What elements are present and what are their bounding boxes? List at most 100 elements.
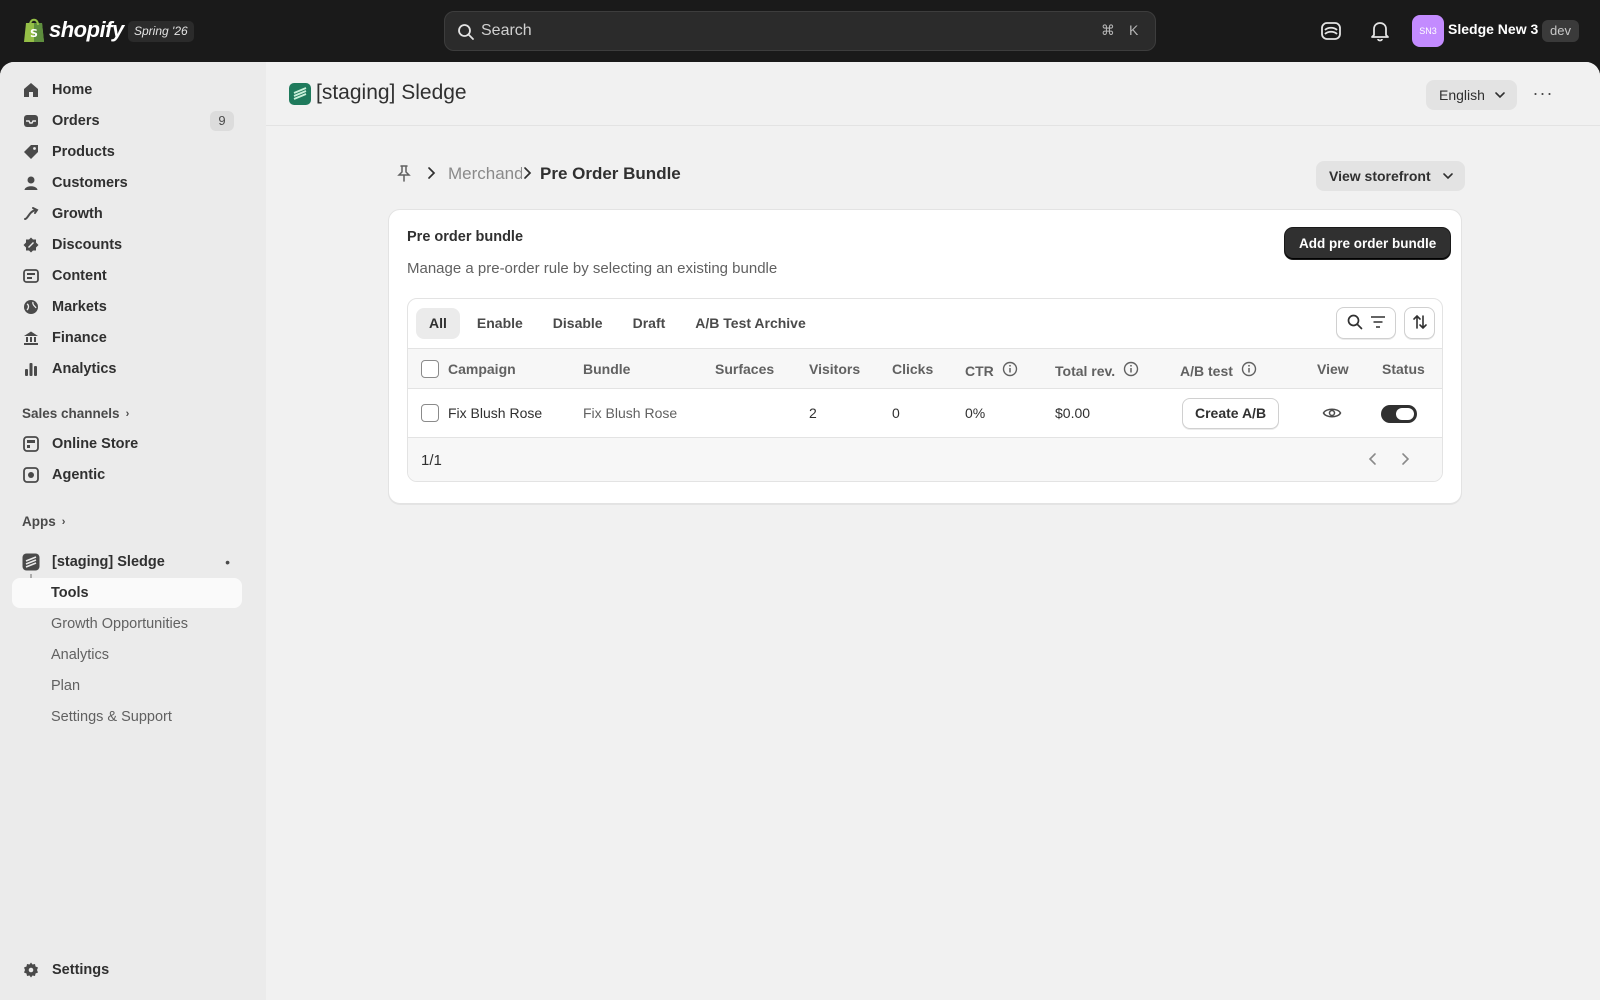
column-view[interactable]: View xyxy=(1317,361,1349,377)
growth-icon xyxy=(22,205,40,223)
dev-badge: dev xyxy=(1542,20,1579,42)
tag-icon xyxy=(22,143,40,161)
search-icon xyxy=(457,23,475,44)
filter-tabs: All Enable Disable Draft A/B Test Archiv… xyxy=(416,308,823,339)
column-visitors[interactable]: Visitors xyxy=(809,361,860,377)
add-pre-order-bundle-button[interactable]: Add pre order bundle xyxy=(1285,228,1451,259)
tab-draft[interactable]: Draft xyxy=(620,308,679,339)
app-header: [staging] Sledge English ··· xyxy=(266,62,1600,126)
pre-order-card: Pre order bundle Manage a pre-order rule… xyxy=(388,209,1462,504)
pin-icon[interactable] xyxy=(396,164,412,185)
sidekick-icon[interactable] xyxy=(1320,20,1342,45)
search-icon xyxy=(1346,313,1364,334)
chevron-left-icon[interactable] xyxy=(1368,452,1378,470)
more-actions-icon[interactable]: ··· xyxy=(1528,80,1558,110)
sidebar-item-growth[interactable]: Growth xyxy=(12,199,242,229)
tab-enable[interactable]: Enable xyxy=(464,308,536,339)
column-clicks[interactable]: Clicks xyxy=(892,361,933,377)
eye-icon[interactable] xyxy=(1322,405,1342,424)
create-ab-button[interactable]: Create A/B xyxy=(1182,398,1280,429)
status-toggle[interactable] xyxy=(1381,405,1417,423)
sidebar-subitem-settings-support[interactable]: Settings & Support xyxy=(12,702,242,732)
chevron-right-icon xyxy=(522,166,532,183)
breadcrumb-parent[interactable]: Merchandising xyxy=(448,164,522,184)
top-bar: S shopify Spring '26 Search ⌘ K SN3 Sled… xyxy=(0,0,1600,62)
sidebar-item-products[interactable]: Products xyxy=(12,137,242,167)
sidebar-subitem-tools[interactable]: Tools xyxy=(12,578,242,608)
sidebar-item-settings[interactable]: Settings xyxy=(12,955,242,985)
avatar[interactable]: SN3 xyxy=(1412,15,1444,47)
sales-channels-header[interactable]: Sales channels › xyxy=(22,406,129,421)
tab-all[interactable]: All xyxy=(416,308,460,339)
view-storefront-button[interactable]: View storefront xyxy=(1316,161,1465,191)
sidebar-item-customers[interactable]: Customers xyxy=(12,168,242,198)
bell-icon[interactable] xyxy=(1370,20,1390,45)
sidebar: Home Orders 9 Products Customers Growth … xyxy=(0,62,266,1000)
person-icon xyxy=(22,174,40,192)
pin-dot-icon[interactable]: • xyxy=(225,554,230,570)
svg-text:S: S xyxy=(30,27,38,40)
apps-header[interactable]: Apps › xyxy=(22,514,65,529)
sidebar-item-orders[interactable]: Orders 9 xyxy=(12,106,242,136)
cell-total-rev: $0.00 xyxy=(1055,405,1091,421)
row-checkbox[interactable] xyxy=(421,404,439,422)
info-icon[interactable] xyxy=(1123,361,1139,380)
sidebar-item-markets[interactable]: Markets xyxy=(12,292,242,322)
sidebar-subitem-analytics[interactable]: Analytics xyxy=(12,640,242,670)
breadcrumb-current: Pre Order Bundle xyxy=(540,164,681,183)
sledge-app-icon xyxy=(22,553,40,571)
sidebar-item-discounts[interactable]: Discounts xyxy=(12,230,242,260)
sidebar-item-content[interactable]: Content xyxy=(12,261,242,291)
column-campaign[interactable]: Campaign xyxy=(448,361,516,377)
column-status[interactable]: Status xyxy=(1382,361,1425,377)
table-row[interactable]: Fix Blush Rose Fix Blush Rose 2 0 0% $0.… xyxy=(408,389,1442,438)
chart-icon xyxy=(22,360,40,378)
sidebar-item-analytics[interactable]: Analytics xyxy=(12,354,242,384)
sidebar-item-sledge-app[interactable]: [staging] Sledge • xyxy=(12,547,242,577)
select-all-checkbox[interactable] xyxy=(421,360,439,378)
column-ab-test[interactable]: A/B test xyxy=(1180,361,1257,380)
home-icon xyxy=(22,81,40,99)
column-surfaces[interactable]: Surfaces xyxy=(715,361,774,377)
column-bundle[interactable]: Bundle xyxy=(583,361,630,377)
discount-icon xyxy=(22,236,40,254)
tab-ab-test-archive[interactable]: A/B Test Archive xyxy=(682,308,818,339)
tab-disable[interactable]: Disable xyxy=(540,308,616,339)
column-total-rev[interactable]: Total rev. xyxy=(1055,361,1139,380)
bank-icon xyxy=(22,329,40,347)
store-name[interactable]: Sledge New 3 xyxy=(1448,21,1538,37)
search-filter-button[interactable] xyxy=(1336,307,1396,339)
sidebar-subitem-plan[interactable]: Plan xyxy=(12,671,242,701)
sidebar-item-agentic[interactable]: Agentic xyxy=(12,460,242,490)
shopify-wordmark: shopify xyxy=(49,17,124,42)
card-subtitle: Manage a pre-order rule by selecting an … xyxy=(407,260,778,277)
chevron-right-icon[interactable] xyxy=(1400,452,1410,470)
search-bar[interactable]: Search ⌘ K xyxy=(444,11,1156,51)
orders-count-badge: 9 xyxy=(210,111,234,131)
shopify-logo[interactable]: S shopify xyxy=(22,16,124,44)
cell-campaign[interactable]: Fix Blush Rose xyxy=(448,405,542,421)
sidebar-item-online-store[interactable]: Online Store xyxy=(12,429,242,459)
cell-visitors: 2 xyxy=(809,405,817,421)
shopify-bag-icon: S xyxy=(22,16,46,44)
sidebar-item-home[interactable]: Home xyxy=(12,75,242,105)
page-title: [staging] Sledge xyxy=(316,81,467,104)
info-icon[interactable] xyxy=(1002,361,1018,380)
shortcut-cmd: ⌘ xyxy=(1101,22,1115,38)
toggle-knob xyxy=(1396,408,1414,420)
column-ctr[interactable]: CTR xyxy=(965,361,1018,380)
language-select[interactable]: English xyxy=(1426,80,1517,110)
chevron-right-icon: › xyxy=(61,515,66,528)
sidebar-subitem-growth-opportunities[interactable]: Growth Opportunities xyxy=(12,609,242,639)
shortcut-key: K xyxy=(1129,22,1139,38)
breadcrumb: Merchandising Pre Order Bundle xyxy=(396,162,681,186)
cell-ctr: 0% xyxy=(965,405,986,421)
sort-button[interactable] xyxy=(1404,307,1435,339)
agentic-icon xyxy=(22,466,40,484)
sidebar-item-finance[interactable]: Finance xyxy=(12,323,242,353)
inbox-icon xyxy=(22,112,40,130)
edition-badge[interactable]: Spring '26 xyxy=(128,21,194,42)
info-icon[interactable] xyxy=(1241,361,1257,380)
campaign-table: All Enable Disable Draft A/B Test Archiv… xyxy=(407,298,1443,482)
table-header: Campaign Bundle Surfaces Visitors Clicks… xyxy=(408,348,1442,389)
